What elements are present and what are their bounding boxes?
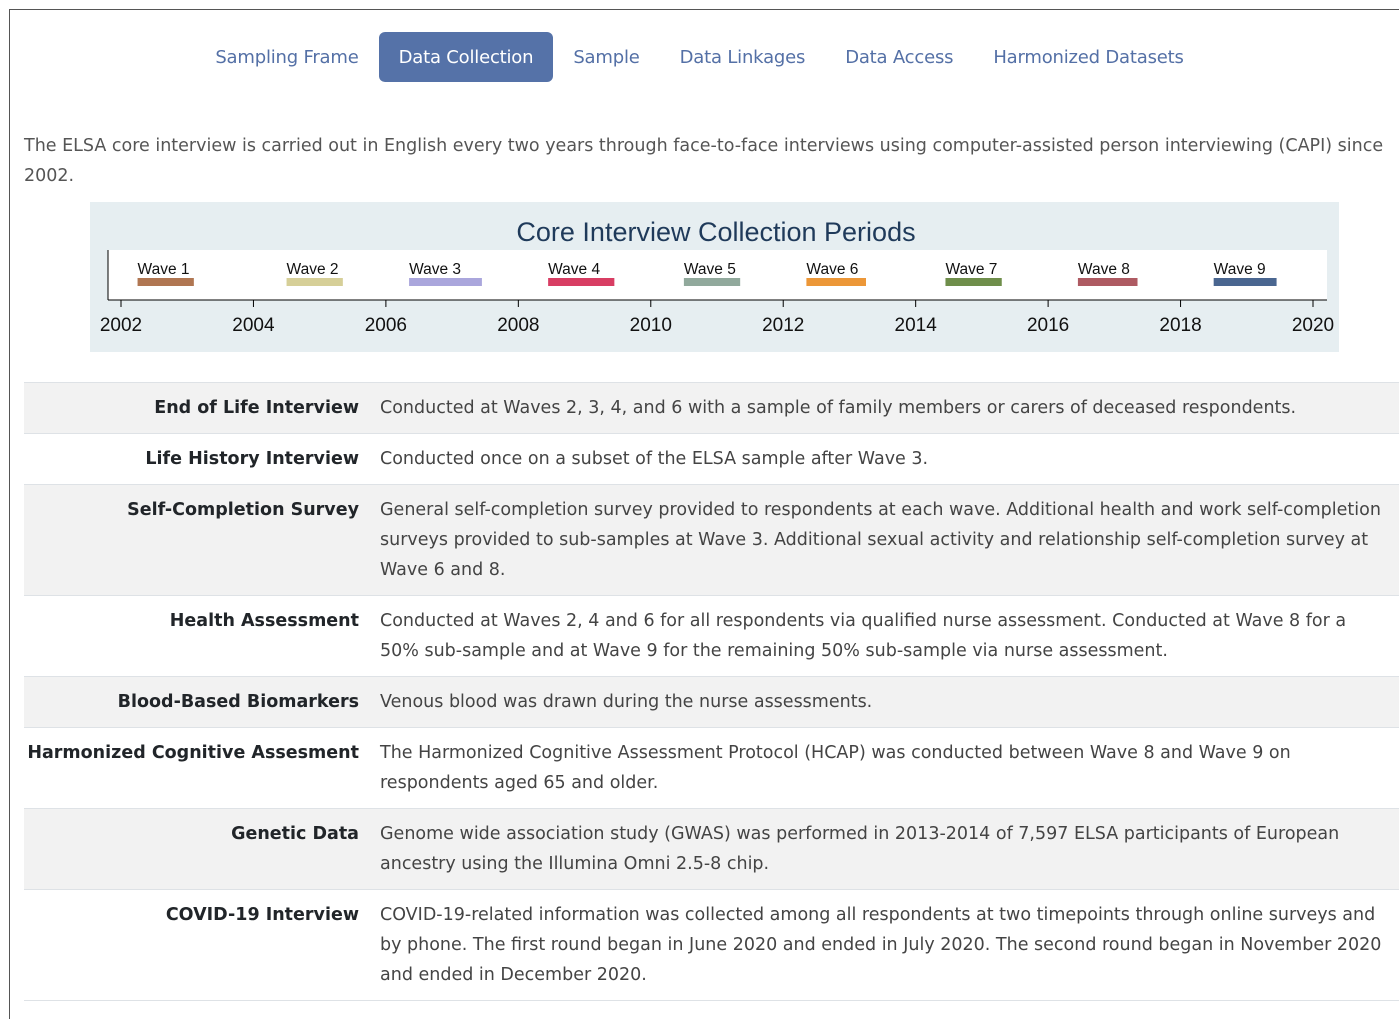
row-description: Conducted once on a subset of the ELSA s… <box>380 449 929 469</box>
wave-label: Wave 5 <box>684 261 736 278</box>
tab-sample[interactable]: Sample <box>553 32 659 82</box>
x-tick-label: 2010 <box>630 315 672 336</box>
tab-data-linkages[interactable]: Data Linkages <box>660 32 826 82</box>
row-description: Conducted at Waves 2, 4 and 6 for all re… <box>380 611 1347 661</box>
wave-label: Wave 6 <box>806 261 858 278</box>
wave-bar <box>1213 278 1277 286</box>
table-row: Blood-Based Biomarkers Venous blood was d… <box>24 676 1399 728</box>
row-description: Genome wide association study (GWAS) was… <box>380 824 1340 874</box>
table-row: Life History Interview Conducted once on … <box>24 434 1399 485</box>
row-label: Self-Completion Survey <box>127 500 359 520</box>
wave-bar <box>286 278 343 286</box>
x-tick-label: 2008 <box>497 315 539 336</box>
wave-label: Wave 9 <box>1214 261 1266 278</box>
x-tick-label: 2020 <box>1292 315 1334 336</box>
table-row: Genetic Data Genome wide association stud… <box>24 808 1399 890</box>
x-tick-label: 2002 <box>100 315 142 336</box>
x-tick-label: 2004 <box>232 315 275 336</box>
row-label: Life History Interview <box>145 449 359 469</box>
row-label: End of Life Interview <box>154 398 359 418</box>
data-collection-table: End of Life Interview Conducted at Waves … <box>24 382 1399 1001</box>
table-row: Harmonized Cognitive Assesment The Harmon… <box>24 728 1399 809</box>
row-label: Harmonized Cognitive Assesment <box>27 743 359 763</box>
table-row: Self-Completion Survey General self-compl… <box>24 484 1399 596</box>
wave-bar <box>137 278 194 286</box>
wave-bar <box>548 278 615 286</box>
table-row: End of Life Interview Conducted at Waves … <box>24 382 1399 434</box>
row-description: General self-completion survey provided … <box>380 500 1381 580</box>
wave-label: Wave 4 <box>548 261 600 278</box>
wave-label: Wave 3 <box>409 261 461 278</box>
x-tick-label: 2016 <box>1027 315 1069 336</box>
row-label: COVID-19 Interview <box>165 905 359 925</box>
x-tick-label: 2018 <box>1159 315 1201 336</box>
table-row: Health Assessment Conducted at Waves 2, 4… <box>24 596 1399 677</box>
row-description: Conducted at Waves 2, 3, 4, and 6 with a… <box>380 398 1297 418</box>
x-tick-label: 2006 <box>365 315 407 336</box>
row-description: The Harmonized Cognitive Assessment Prot… <box>380 743 1291 793</box>
intro-text: The ELSA core interview is carried out i… <box>24 135 1384 186</box>
row-label: Genetic Data <box>231 824 359 844</box>
wave-label: Wave 1 <box>138 261 190 278</box>
wave-bar <box>409 278 482 286</box>
row-label: Health Assessment <box>169 611 359 631</box>
x-tick-label: 2012 <box>762 315 804 336</box>
tab-harmonized-datasets[interactable]: Harmonized Datasets <box>973 32 1203 82</box>
table-row: COVID-19 Interview COVID-19-related infor… <box>24 890 1399 1001</box>
row-label: Blood-Based Biomarkers <box>117 692 359 712</box>
row-description: Venous blood was drawn during the nurse … <box>380 692 873 712</box>
chart-title: Core Interview Collection Periods <box>516 217 915 247</box>
wave-label: Wave 7 <box>945 261 997 278</box>
timeline-svg: Core Interview Collection Periods 2002 200… <box>100 217 1334 336</box>
wave-bar <box>1077 278 1138 286</box>
row-description: COVID-19-related information was collect… <box>380 905 1382 985</box>
wave-label: Wave 2 <box>287 261 339 278</box>
wave-label: Wave 8 <box>1078 261 1130 278</box>
tab-bar: Sampling Frame Data Collection Sample Da… <box>0 32 1399 82</box>
wave-bar <box>945 278 1002 286</box>
tab-data-collection[interactable]: Data Collection <box>378 32 554 82</box>
timeline-chart: Core Interview Collection Periods 2002 200… <box>90 202 1339 352</box>
x-tick-label: 2014 <box>895 315 938 336</box>
tab-data-access[interactable]: Data Access <box>825 32 973 82</box>
tab-sampling-frame[interactable]: Sampling Frame <box>195 32 378 82</box>
wave-bar <box>683 278 741 286</box>
wave-bar <box>806 278 866 286</box>
